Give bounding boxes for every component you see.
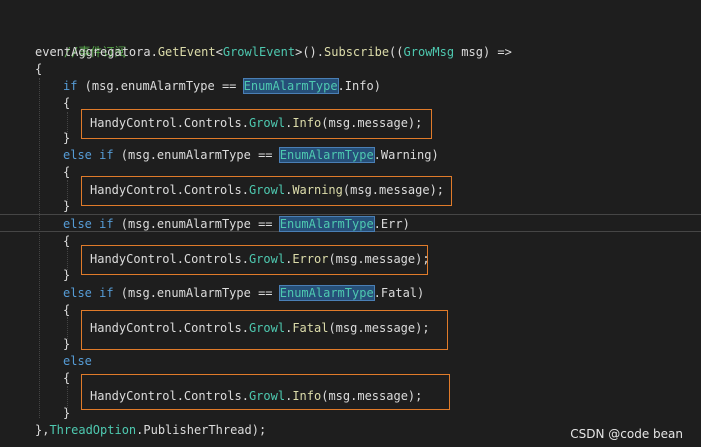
code-line-elseif-warning[interactable]: else if (msg.enumAlarmType == EnumAlarmT… [63,147,439,164]
brace-token: } [63,337,71,351]
enum-value-token: Info [344,79,374,93]
args-token: (msg.message); [321,116,423,130]
code-line-brace[interactable]: { [63,164,70,181]
method-token: Warning [292,183,343,197]
namespace-token: HandyControl.Controls. [90,389,249,403]
punct-token: >(). [295,45,325,59]
code-line-brace[interactable]: { [35,61,42,78]
brace-token: { [63,165,71,179]
method-token: Info [292,116,322,130]
type-token: GrowlEvent [222,45,296,59]
code-line-if-info[interactable]: if (msg.enumAlarmType == EnumAlarmType.I… [63,78,381,95]
brace-token: } [63,199,71,213]
punct-token: < [215,45,223,59]
code-line-growl-error[interactable]: HandyControl.Controls.Growl.Error(msg.me… [90,251,430,268]
type-token: ThreadOption [49,423,137,437]
code-editor[interactable]: //事件订阅 eventAggregatora.GetEvent<GrowlEv… [0,0,701,447]
brace-token: { [63,96,71,110]
keyword-token: else if [63,217,114,231]
code-line-brace[interactable]: } [63,130,70,147]
code-line-growl-warning[interactable]: HandyControl.Controls.Growl.Warning(msg.… [90,182,444,199]
watermark: CSDN @code bean [570,427,683,441]
keyword-token: if [63,79,78,93]
code-line-growl-fatal[interactable]: HandyControl.Controls.Growl.Fatal(msg.me… [90,320,430,337]
code-line-elseif-err[interactable]: else if (msg.enumAlarmType == EnumAlarmT… [63,216,410,233]
class-token: Growl [248,321,286,335]
args-token: (msg.message); [328,252,430,266]
code-line-else[interactable]: else [63,353,92,370]
brace-token: } [63,131,71,145]
method-token: Error [292,252,329,266]
code-line-brace[interactable]: } [63,336,70,353]
brace-token: } [63,406,71,420]
namespace-token: HandyControl.Controls. [90,183,249,197]
punct-token: (( [389,45,404,59]
args-token: (msg.message); [342,183,445,197]
type-token: GrowMsg [403,45,455,59]
code-line-comment[interactable]: //事件订阅 [35,27,126,59]
keyword-token: else [63,354,92,368]
method-token: Info [292,389,322,403]
code-line-brace[interactable]: { [63,233,70,250]
brace-token: { [63,234,71,248]
indent-guide [39,78,40,418]
namespace-token: HandyControl.Controls. [90,252,249,266]
namespace-token: HandyControl.Controls. [90,116,249,130]
method-token: GetEvent [157,45,216,59]
condition-token: (msg.enumAlarmType == [113,286,280,300]
class-token: Growl [248,389,286,403]
punct-token: }, [35,423,50,437]
keyword-token: else if [63,148,114,162]
enum-type-token: EnumAlarmType [278,216,375,232]
args-token: (msg.message); [321,389,423,403]
args-token: (msg.message); [328,321,430,335]
condition-token: (msg.enumAlarmType == [77,79,244,93]
enum-value-token: Warning [380,148,432,162]
code-line-brace[interactable]: } [63,267,70,284]
brace-token: { [35,62,43,76]
code-line-subscribe[interactable]: eventAggregatora.GetEvent<GrowlEvent>().… [35,44,512,61]
punct-token: .PublisherThread); [136,423,267,437]
code-line-brace[interactable]: { [63,95,70,112]
code-line-brace[interactable]: } [63,198,70,215]
punct-token: msg) => [454,45,512,59]
class-token: Growl [248,183,286,197]
code-line-close[interactable]: },ThreadOption.PublisherThread); [35,422,266,439]
code-line-growl-info[interactable]: HandyControl.Controls.Growl.Info(msg.mes… [90,115,422,132]
identifier-token: eventAggregatora [35,45,151,59]
code-line-brace[interactable]: { [63,370,70,387]
brace-token: { [63,303,71,317]
class-token: Growl [248,116,286,130]
keyword-token: else if [63,286,114,300]
code-line-elseif-fatal[interactable]: else if (msg.enumAlarmType == EnumAlarmT… [63,285,424,302]
enum-type-token: EnumAlarmType [278,147,375,163]
code-line-growl-info-default[interactable]: HandyControl.Controls.Growl.Info(msg.mes… [90,388,422,405]
method-token: Subscribe [324,45,390,59]
method-token: Fatal [292,321,329,335]
punct-token: . [150,45,158,59]
code-line-brace[interactable]: { [63,302,70,319]
enum-value-token: Fatal [380,286,418,300]
namespace-token: HandyControl.Controls. [90,321,249,335]
enum-type-token: EnumAlarmType [242,78,339,94]
brace-token: { [63,371,71,385]
brace-token: } [63,268,71,282]
condition-token: (msg.enumAlarmType == [113,148,280,162]
enum-type-token: EnumAlarmType [278,285,375,301]
enum-value-token: Err [380,217,403,231]
code-line-brace[interactable]: } [63,405,70,422]
condition-token: (msg.enumAlarmType == [113,217,280,231]
class-token: Growl [248,252,286,266]
